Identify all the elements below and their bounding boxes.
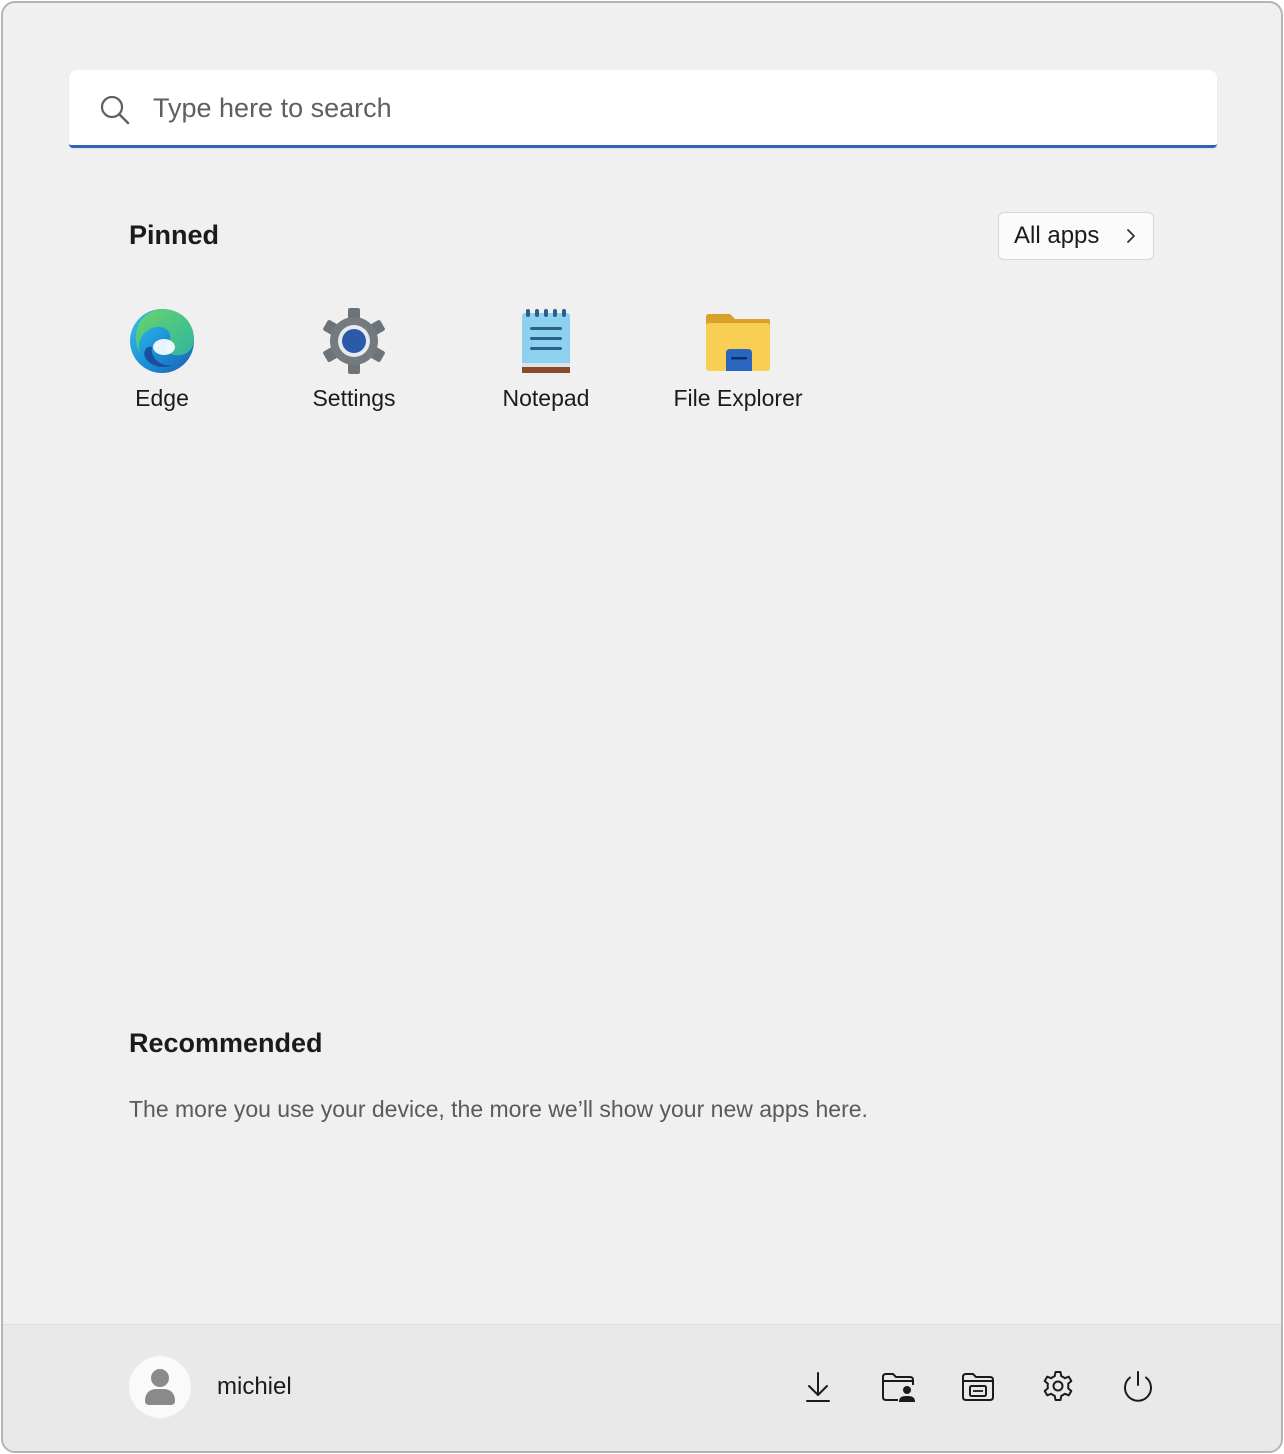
gear-icon[interactable] xyxy=(1040,1369,1076,1405)
notepad-icon xyxy=(522,309,570,373)
pinned-app-notepad[interactable]: Notepad xyxy=(456,303,636,423)
folder-icon xyxy=(706,314,770,371)
start-menu: Pinned All apps Ed xyxy=(1,1,1283,1453)
all-apps-label: All apps xyxy=(1014,222,1100,249)
user-account-button[interactable]: michiel xyxy=(129,1355,292,1419)
documents-folder-icon[interactable] xyxy=(960,1369,996,1405)
pinned-app-settings[interactable]: Settings xyxy=(264,303,444,423)
edge-icon xyxy=(130,309,194,373)
power-icon[interactable] xyxy=(1120,1369,1156,1405)
recommended-heading: Recommended xyxy=(129,1028,323,1058)
user-folder-icon[interactable] xyxy=(880,1369,916,1405)
search-input[interactable] xyxy=(153,88,1193,128)
pinned-app-file-explorer[interactable]: File Explorer xyxy=(648,303,828,423)
pinned-app-edge[interactable]: Edge xyxy=(72,303,252,423)
avatar xyxy=(129,1356,191,1418)
all-apps-button[interactable]: All apps xyxy=(998,212,1154,260)
app-label: Edge xyxy=(135,385,189,411)
recommended-empty-message: The more you use your device, the more w… xyxy=(129,1096,868,1122)
user-avatar-icon xyxy=(145,1369,175,1405)
chevron-right-icon xyxy=(1127,229,1135,243)
app-label: Notepad xyxy=(502,385,590,411)
settings-gear-icon xyxy=(323,308,385,374)
download-icon[interactable] xyxy=(800,1369,836,1405)
app-label: Settings xyxy=(312,385,396,411)
pinned-heading: Pinned xyxy=(129,220,220,250)
search-icon xyxy=(100,95,130,125)
app-label: File Explorer xyxy=(673,385,803,411)
start-footer: michiel xyxy=(3,1324,1281,1451)
search-box[interactable] xyxy=(69,70,1217,148)
user-name: michiel xyxy=(217,1373,292,1400)
